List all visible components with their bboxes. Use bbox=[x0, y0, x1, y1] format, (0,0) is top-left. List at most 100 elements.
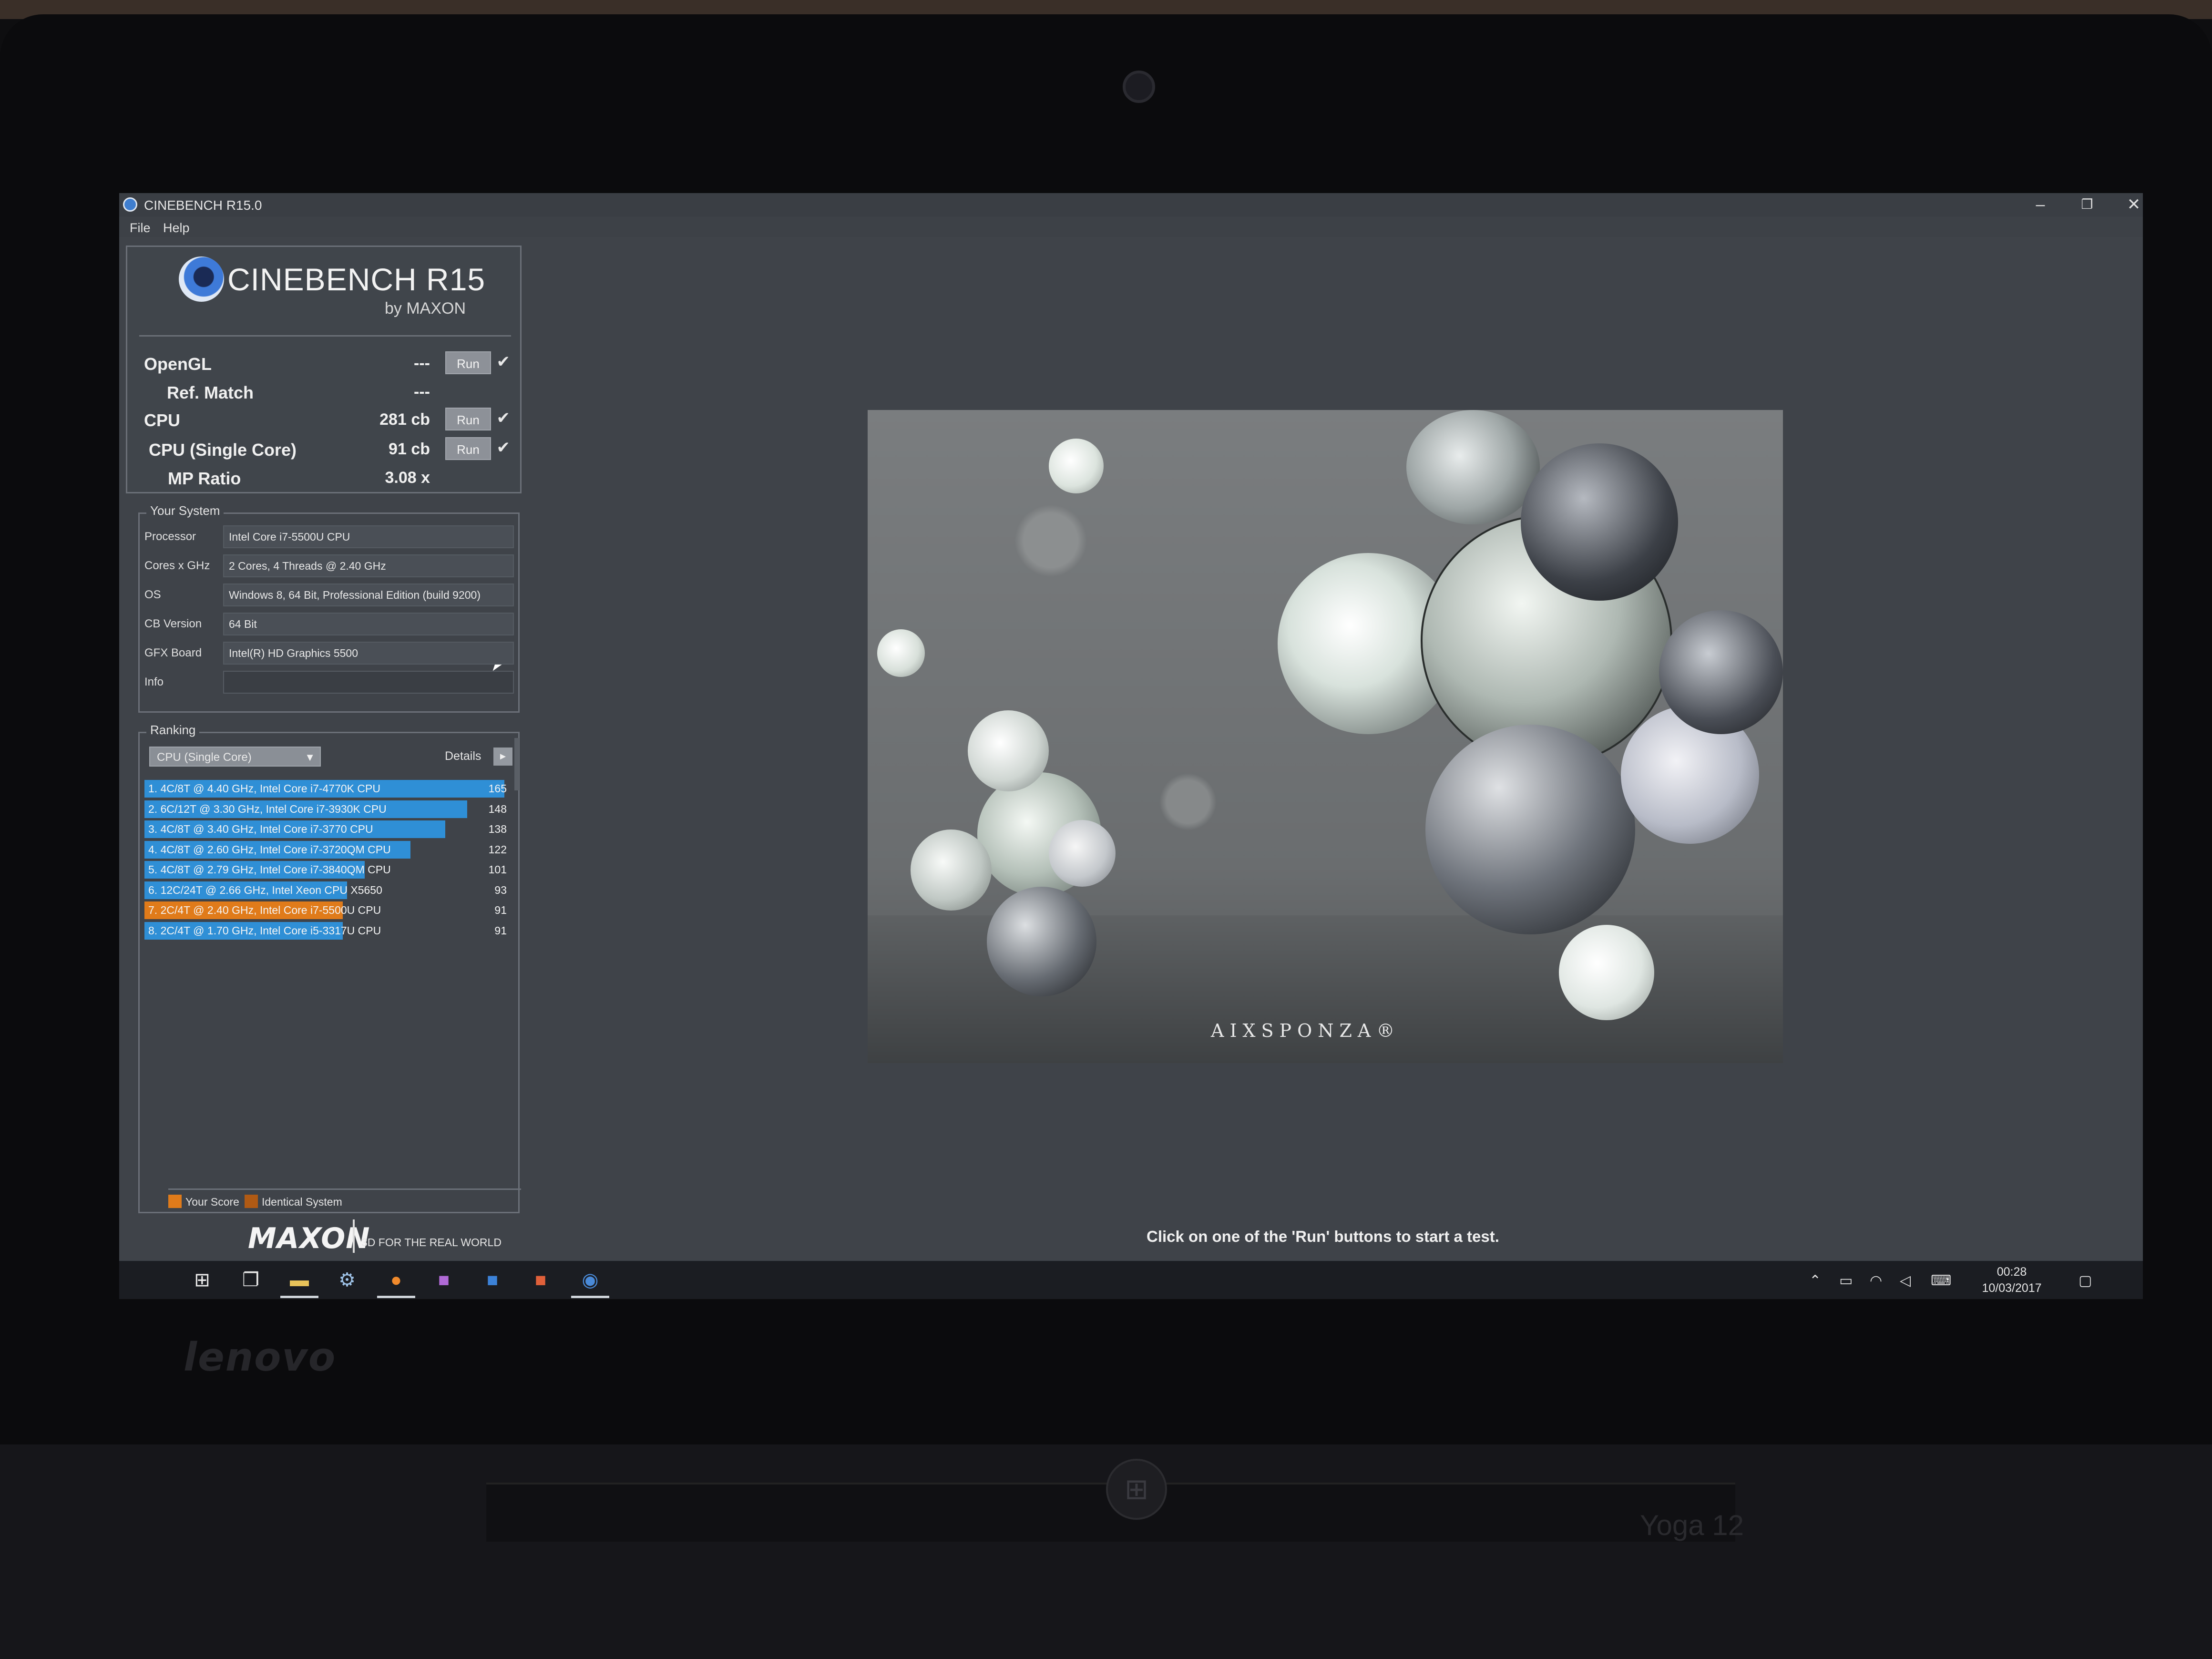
restore-button[interactable]: ❐ bbox=[2068, 194, 2106, 215]
render-sphere bbox=[987, 887, 1096, 996]
firefox-icon[interactable]: ● bbox=[384, 1268, 409, 1292]
ranking-row[interactable]: 4. 4C/8T @ 2.60 GHz, Intel Core i7-3720Q… bbox=[144, 840, 512, 860]
laptop-brand-logo: lenovo bbox=[184, 1335, 337, 1380]
menu-file[interactable]: File bbox=[130, 221, 151, 236]
notifications-icon[interactable]: ▢ bbox=[2079, 1272, 2092, 1289]
task-view-icon[interactable]: ❐ bbox=[238, 1268, 263, 1292]
benchmark-box: CINEBENCH R15 by MAXON OpenGL --- Run ✔ … bbox=[126, 246, 522, 493]
bench-label: MP Ratio bbox=[168, 469, 241, 488]
run-cpu-single-core-button[interactable]: Run bbox=[445, 437, 491, 460]
cinebench-logo-title: CINEBENCH R15 bbox=[227, 262, 486, 297]
legend-your-score: Your Score bbox=[185, 1196, 239, 1208]
title-bar: CINEBENCH R15.0 – ❐ ✕ bbox=[119, 193, 2143, 217]
ranking-list: 1. 4C/8T @ 4.40 GHz, Intel Core i7-4770K… bbox=[144, 778, 512, 941]
chevron-up-icon[interactable]: ⌃ bbox=[1809, 1272, 1821, 1289]
render-sphere bbox=[1049, 439, 1104, 493]
sys-row: CB Version 64 Bit bbox=[144, 611, 516, 638]
sys-label: Cores x GHz bbox=[144, 559, 210, 572]
battery-icon[interactable]: ▭ bbox=[1839, 1272, 1853, 1289]
run-cpu-button[interactable]: Run bbox=[445, 408, 491, 430]
ranking-label: 5. 4C/8T @ 2.79 GHz, Intel Core i7-3840Q… bbox=[148, 863, 391, 876]
bench-row-ref-match: Ref. Match --- bbox=[144, 378, 516, 407]
menu-help[interactable]: Help bbox=[163, 221, 190, 236]
word-icon[interactable]: ■ bbox=[480, 1268, 505, 1292]
gfx-board-field[interactable]: Intel(R) HD Graphics 5500 bbox=[223, 642, 514, 665]
ranking-legend: Your Score Identical System bbox=[168, 1188, 521, 1209]
render-sphere bbox=[1049, 820, 1116, 887]
identical-system-swatch bbox=[245, 1195, 258, 1208]
laptop-model-label: Yoga 12 bbox=[1640, 1509, 1744, 1541]
maxon-tagline: 3D FOR THE REAL WORLD bbox=[361, 1236, 502, 1249]
ranking-row[interactable]: 7. 2C/4T @ 2.40 GHz, Intel Core i7-5500U… bbox=[144, 900, 512, 920]
ranking-row[interactable]: 3. 4C/8T @ 3.40 GHz, Intel Core i7-3770 … bbox=[144, 819, 512, 839]
cinebench-icon[interactable]: ◉ bbox=[578, 1268, 603, 1292]
wifi-icon[interactable]: ◠ bbox=[1870, 1272, 1882, 1289]
ranking-row[interactable]: 5. 4C/8T @ 2.79 GHz, Intel Core i7-3840Q… bbox=[144, 860, 512, 880]
render-sphere bbox=[877, 629, 925, 677]
render-sphere bbox=[1659, 610, 1783, 734]
bench-row-opengl: OpenGL --- Run ✔ bbox=[144, 349, 516, 378]
bench-label: CPU bbox=[144, 410, 181, 430]
sys-row: Info bbox=[144, 669, 516, 696]
sys-label: Processor bbox=[144, 530, 196, 543]
taskbar-clock[interactable]: 00:28 10/03/2017 bbox=[1969, 1264, 2055, 1296]
windows-button-icon[interactable]: ⊞ bbox=[1106, 1459, 1167, 1520]
checkmark-icon[interactable]: ✔ bbox=[497, 352, 511, 371]
checkmark-icon[interactable]: ✔ bbox=[497, 409, 511, 428]
render-sphere bbox=[911, 830, 992, 911]
ranking-label: 7. 2C/4T @ 2.40 GHz, Intel Core i7-5500U… bbox=[148, 904, 381, 916]
run-opengl-button[interactable]: Run bbox=[445, 351, 491, 374]
ranking-row[interactable]: 8. 2C/4T @ 1.70 GHz, Intel Core i5-3317U… bbox=[144, 921, 512, 941]
close-button[interactable]: ✕ bbox=[2115, 194, 2143, 215]
os-field[interactable]: Windows 8, 64 Bit, Professional Edition … bbox=[223, 584, 514, 606]
cinebench-logo-icon bbox=[179, 256, 224, 302]
bench-value: 3.08 x bbox=[385, 469, 430, 487]
sys-label: Info bbox=[144, 676, 164, 688]
ranking-score: 165 bbox=[488, 782, 507, 795]
bench-value: 91 cb bbox=[389, 440, 430, 458]
bench-label: Ref. Match bbox=[167, 383, 254, 402]
onenote-icon[interactable]: ■ bbox=[431, 1268, 456, 1292]
render-sphere bbox=[968, 710, 1049, 791]
cores-field[interactable]: 2 Cores, 4 Threads @ 2.40 GHz bbox=[223, 554, 514, 577]
bench-label: OpenGL bbox=[144, 354, 212, 374]
info-field[interactable] bbox=[223, 671, 514, 694]
windows-start-icon[interactable]: ⊞ bbox=[190, 1268, 215, 1292]
render-sphere bbox=[1406, 410, 1540, 524]
volume-icon[interactable]: ◁ bbox=[1900, 1272, 1911, 1289]
ranking-title: Ranking bbox=[146, 723, 200, 737]
ranking-group: Ranking CPU (Single Core) ▼ Details ► 1.… bbox=[138, 723, 521, 1213]
ranking-score: 91 bbox=[494, 904, 507, 916]
ranking-row[interactable]: 6. 12C/24T @ 2.66 GHz, Intel Xeon CPU X5… bbox=[144, 880, 512, 900]
ranking-score: 122 bbox=[488, 843, 507, 856]
sys-label: GFX Board bbox=[144, 646, 202, 659]
bench-row-cpu: CPU 281 cb Run ✔ bbox=[144, 406, 516, 434]
keyboard-icon[interactable]: ⌨ bbox=[1931, 1272, 1951, 1289]
sys-row: OS Windows 8, 64 Bit, Professional Editi… bbox=[144, 582, 516, 609]
your-score-swatch bbox=[168, 1195, 182, 1208]
cb-version-field[interactable]: 64 Bit bbox=[223, 613, 514, 635]
your-system-title: Your System bbox=[146, 503, 224, 518]
checkmark-icon[interactable]: ✔ bbox=[497, 438, 511, 457]
processor-field[interactable]: Intel Core i7-5500U CPU bbox=[223, 525, 514, 548]
ranking-label: 3. 4C/8T @ 3.40 GHz, Intel Core i7-3770 … bbox=[148, 823, 373, 835]
left-panel: CINEBENCH R15 by MAXON OpenGL --- Run ✔ … bbox=[126, 246, 522, 1232]
ranking-scrollbar[interactable] bbox=[514, 738, 519, 790]
ranking-row[interactable]: 2. 6C/12T @ 3.30 GHz, Intel Core i7-3930… bbox=[144, 799, 512, 819]
render-sphere bbox=[1425, 725, 1635, 934]
ranking-label: 6. 12C/24T @ 2.66 GHz, Intel Xeon CPU X5… bbox=[148, 883, 382, 896]
details-toggle-button[interactable]: ► bbox=[493, 748, 512, 766]
status-message: Click on one of the 'Run' buttons to sta… bbox=[1147, 1228, 1499, 1245]
legend-identical-system: Identical System bbox=[262, 1196, 342, 1208]
taskbar-active-indicator bbox=[377, 1296, 415, 1298]
powerpoint-icon[interactable]: ■ bbox=[528, 1268, 553, 1292]
your-system-group: Your System Processor Intel Core i7-5500… bbox=[138, 503, 520, 713]
sys-label: CB Version bbox=[144, 617, 202, 630]
ranking-score: 93 bbox=[494, 883, 507, 896]
ranking-type-select[interactable]: CPU (Single Core) ▼ bbox=[149, 747, 321, 767]
ranking-row[interactable]: 1. 4C/8T @ 4.40 GHz, Intel Core i7-4770K… bbox=[144, 778, 512, 799]
maxon-logo: MAXON bbox=[248, 1222, 370, 1255]
steam-icon[interactable]: ⚙ bbox=[335, 1268, 359, 1292]
file-explorer-icon[interactable]: ▬ bbox=[287, 1268, 312, 1292]
minimize-button[interactable]: – bbox=[2021, 194, 2059, 215]
